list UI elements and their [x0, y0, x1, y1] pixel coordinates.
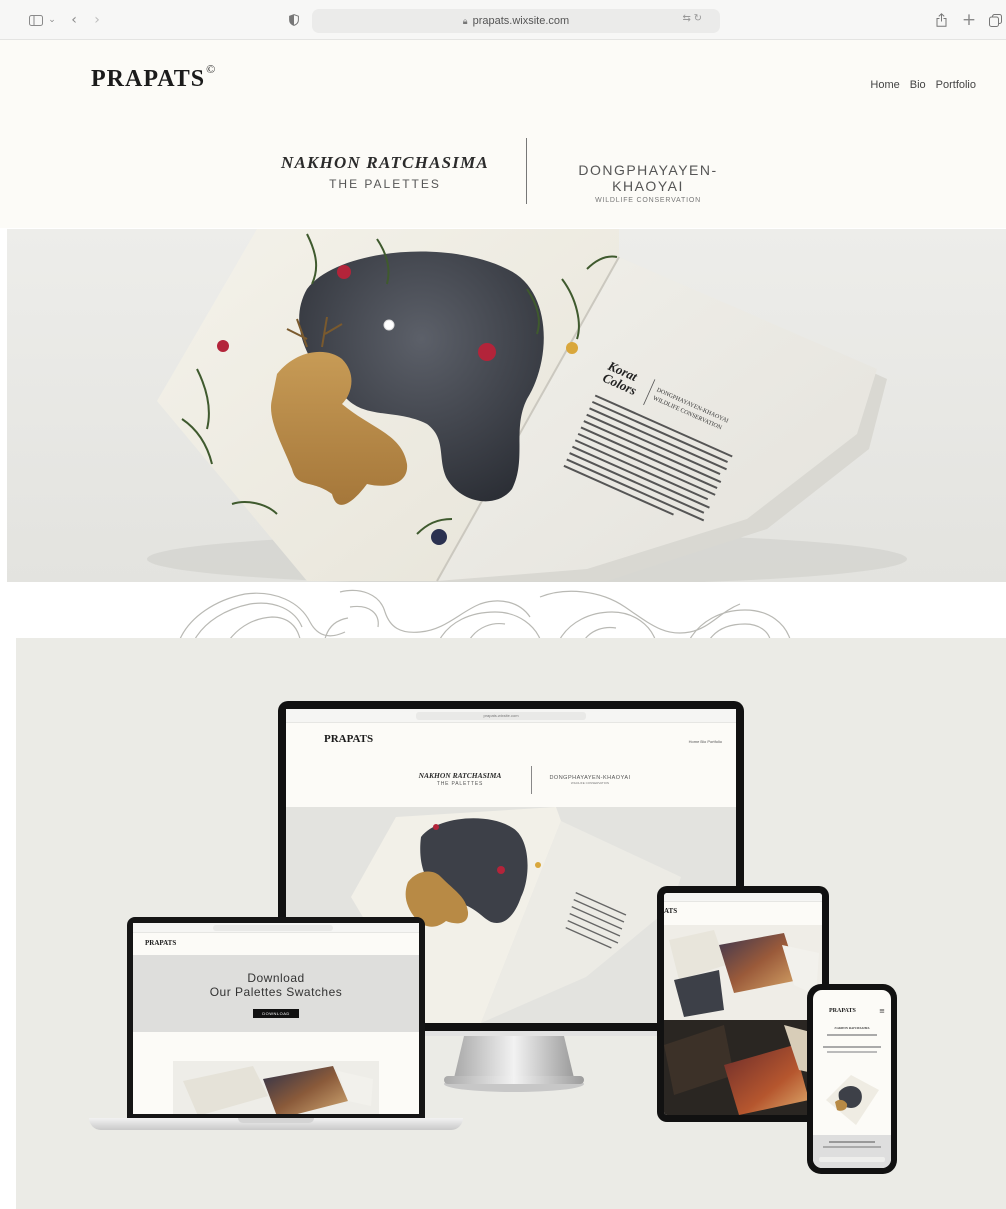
site-nav: Home Bio Portfolio	[870, 79, 976, 91]
phone: PRAPATS ≡ NAKHON RATCHASIMA	[807, 984, 897, 1174]
phone-screen: PRAPATS ≡ NAKHON RATCHASIMA	[813, 990, 891, 1168]
devices-mockup: prapats.wixsite.com PRAPATS Home Bio Por…	[16, 638, 1006, 1209]
shield-icon[interactable]	[287, 10, 301, 30]
desktop-url: prapats.wixsite.com	[416, 712, 586, 720]
phone-footer	[813, 1135, 891, 1168]
laptop: PRAPATS Download Our Palettes Swatches D…	[127, 917, 425, 1120]
translate-icon[interactable]: ⇆ ↻	[682, 13, 702, 24]
site-header: PRAPATS© Home Bio Portfolio NAKHON RATCH…	[0, 40, 1006, 228]
site-logo[interactable]: PRAPATS©	[91, 62, 216, 93]
share-icon[interactable]	[934, 10, 948, 30]
project-title-sub: THE PALETTES	[329, 177, 441, 191]
project-location-main: DONGPHAYAYEN-KHAOYAI	[578, 162, 718, 194]
project-title-main: NAKHON RATCHASIMA	[281, 153, 489, 172]
desktop-subtitle: THE PALETTES	[436, 781, 484, 787]
project-title: NAKHON RATCHASIMA THE PALETTES	[260, 153, 510, 191]
laptop-swatch-image	[173, 1061, 379, 1114]
address-bar[interactable]: 🔒︎ prapats.wixsite.com ⇆ ↻	[312, 9, 720, 33]
browser-toolbar: ⌄ ‹ › 🔒︎ prapats.wixsite.com ⇆ ↻ +	[0, 0, 1006, 40]
lock-icon: 🔒︎	[462, 15, 468, 26]
tabs-icon[interactable]	[987, 10, 1003, 30]
nav-bio[interactable]: Bio	[910, 79, 926, 91]
nav-home[interactable]: Home	[870, 79, 899, 91]
chevron-down-icon[interactable]: ⌄	[47, 10, 57, 30]
laptop-screen: PRAPATS Download Our Palettes Swatches D…	[133, 923, 419, 1114]
sidebar-icon[interactable]	[28, 10, 44, 30]
url-text: prapats.wixsite.com	[472, 15, 570, 27]
tablet: ATS	[657, 886, 829, 1122]
laptop-logo: PRAPATS	[145, 939, 177, 947]
back-icon[interactable]: ‹	[68, 10, 80, 30]
download-subtitle: Our Palettes Swatches	[209, 985, 343, 999]
menu-icon[interactable]: ≡	[879, 1007, 885, 1015]
project-location-sub: WILDLIFE CONSERVATION	[595, 197, 701, 204]
new-tab-icon[interactable]: +	[962, 10, 976, 30]
phone-logo: PRAPATS	[829, 1008, 856, 1014]
ornament-divider	[0, 582, 1006, 639]
title-divider	[526, 138, 527, 204]
forward-icon[interactable]: ›	[91, 10, 103, 30]
hero-book-image: Korat Colors DONGPHAYAYEN-KHAOYAI WILDLI…	[7, 229, 1006, 582]
download-title: Download	[247, 971, 305, 985]
nav-portfolio[interactable]: Portfolio	[936, 79, 976, 91]
download-button[interactable]: DOWNLOAD	[253, 1009, 299, 1018]
desktop-title: NAKHON RATCHASIMA	[418, 771, 502, 780]
tablet-logo: ATS	[664, 907, 678, 915]
tablet-screen: ATS	[664, 893, 822, 1115]
desktop-location-sub: WILDLIFE CONSERVATION	[570, 781, 610, 785]
project-location: DONGPHAYAYEN-KHAOYAI WILDLIFE CONSERVATI…	[548, 162, 748, 204]
phone-title: NAKHON RATCHASIMA	[834, 1026, 870, 1030]
desktop-logo: PRAPATS	[324, 733, 374, 745]
desktop-nav: Home Bio Portfolio	[688, 739, 722, 744]
download-section: Download Our Palettes Swatches DOWNLOAD	[133, 955, 419, 1032]
